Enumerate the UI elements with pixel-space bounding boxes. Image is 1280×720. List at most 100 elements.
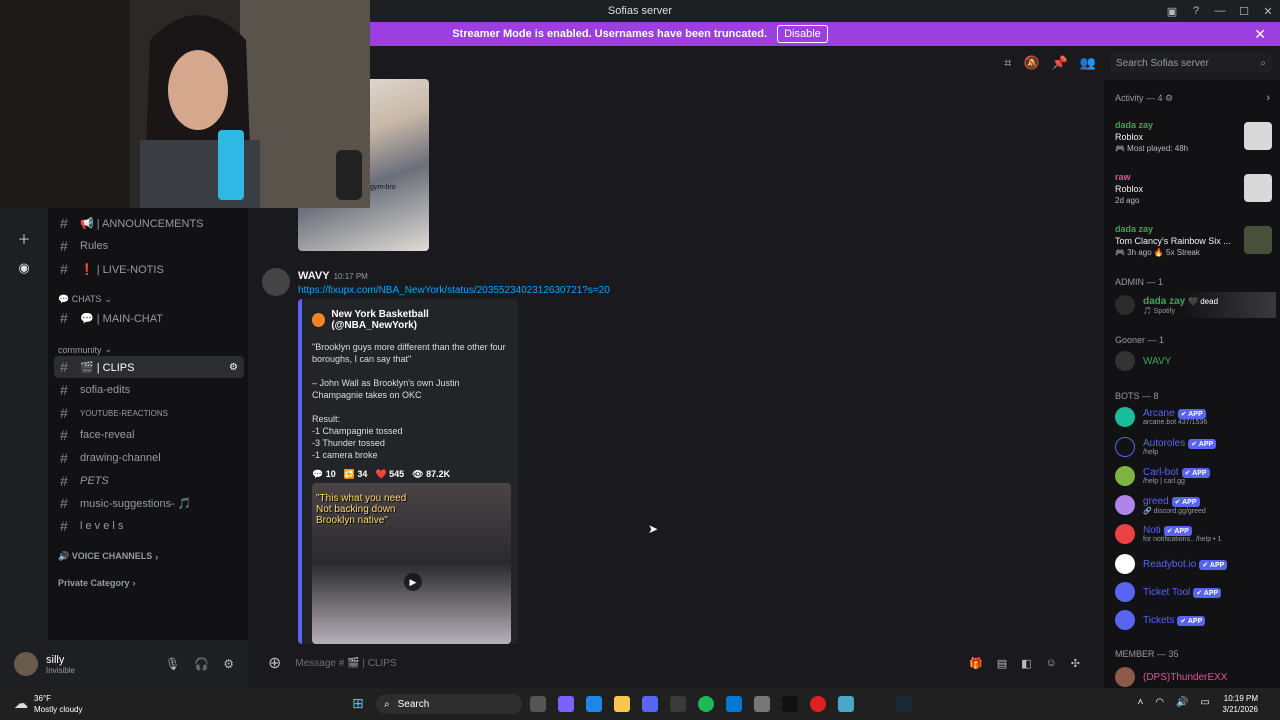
member-item[interactable]: dada zay 🖤 dead 🎵 Spotify: [1115, 292, 1276, 318]
add-server-icon[interactable]: ＋: [14, 228, 34, 248]
embed-author[interactable]: New York Basketball (@NBA_NewYork): [312, 309, 508, 331]
store-icon[interactable]: [670, 696, 686, 712]
members-icon[interactable]: 👥: [1080, 55, 1096, 71]
weather-widget[interactable]: 36°F Mostly cloudy: [34, 693, 82, 715]
inbox-icon[interactable]: ▣: [1160, 5, 1184, 18]
channel-announcements[interactable]: # 📢 | ANNOUNCEMENTS: [54, 212, 244, 234]
member-name: dada zay: [1143, 295, 1186, 307]
close-banner-icon[interactable]: ✕: [1254, 26, 1266, 43]
chevron-right-icon[interactable]: ›: [1266, 92, 1270, 104]
opera-icon[interactable]: [810, 696, 826, 712]
windows-start-icon[interactable]: ⊞: [352, 695, 364, 712]
channel-list: # 📢 | ANNOUNCEMENTS # Rules # ❗ | LIVE-NOTI…: [48, 208, 284, 640]
member-item[interactable]: Readybot.io ✔ APP: [1115, 551, 1276, 577]
hash-icon: #: [60, 310, 68, 326]
threads-icon[interactable]: ⌗: [1004, 55, 1011, 71]
steam-icon[interactable]: [896, 696, 912, 712]
member-item[interactable]: greed ✔ APP 🔗 discord.gg/greed: [1115, 492, 1276, 518]
category-chats[interactable]: 💬 CHATS ⌄: [58, 294, 112, 305]
chevron-up-icon[interactable]: ˄: [1138, 697, 1144, 708]
user-status: Invisible: [46, 665, 75, 675]
category-label: community: [58, 344, 102, 355]
activity-card[interactable]: dada zay Roblox 🎮 Most played: 48h: [1115, 120, 1272, 153]
channel-sofia-edits[interactable]: # sofia-edits: [54, 379, 244, 401]
channel-youtube-reactions[interactable]: # YOUTUBE-REACTIONS: [54, 402, 244, 424]
search-input[interactable]: Search Sofias server ⌕: [1110, 53, 1272, 73]
message-input[interactable]: Message # 🎬 | CLIPS: [295, 658, 396, 669]
avatar[interactable]: [14, 652, 38, 676]
add-attachment-icon[interactable]: ⊕: [268, 653, 281, 673]
member-activity: arcane.bot 437/1536: [1143, 419, 1208, 426]
channel-face-reveal[interactable]: # face-reveal: [54, 424, 244, 446]
volume-icon[interactable]: 🔊: [1176, 697, 1188, 708]
discover-icon[interactable]: ◉: [14, 258, 34, 278]
edge-icon[interactable]: [586, 696, 602, 712]
pin-icon[interactable]: 📌: [1052, 55, 1068, 71]
member-item[interactable]: (DPS)ThunderEXX: [1115, 664, 1276, 688]
play-icon[interactable]: ▶: [404, 573, 422, 591]
message-author[interactable]: WAVY 10:17 PM: [298, 270, 368, 282]
member-item[interactable]: Autoroles ✔ APP/help: [1115, 434, 1276, 460]
obs-icon[interactable]: [754, 696, 770, 712]
gear-icon[interactable]: ⚙: [1165, 93, 1173, 103]
microphone-icon[interactable]: 🎙: [165, 657, 180, 671]
channel-pets[interactable]: # PETS: [54, 470, 244, 492]
maximize-button[interactable]: ☐: [1232, 5, 1256, 18]
hash-icon: #: [60, 495, 68, 511]
copilot-icon[interactable]: [558, 696, 574, 712]
task-view-icon[interactable]: [530, 696, 546, 712]
notifications-icon[interactable]: 🔕: [1023, 55, 1039, 71]
emoji-icon[interactable]: ☺: [1046, 657, 1057, 670]
channel-rules[interactable]: # Rules: [54, 235, 244, 257]
channel-music-suggestions[interactable]: # music-suggestions- 🎵: [54, 492, 244, 514]
member-item[interactable]: Carl-bot ✔ APP/help | carl.gg: [1115, 463, 1276, 489]
member-item[interactable]: Noti ✔ APP for notifications.. /help • 1: [1115, 521, 1276, 547]
wifi-icon[interactable]: ◠: [1155, 697, 1164, 708]
member-item[interactable]: Ticket Tool ✔ APP: [1115, 579, 1276, 605]
discord-icon[interactable]: [642, 696, 658, 712]
file-explorer-icon[interactable]: [614, 696, 630, 712]
tiktok-icon[interactable]: [782, 696, 798, 712]
weather-icon[interactable]: ☁: [14, 695, 28, 712]
help-icon[interactable]: ?: [1184, 5, 1208, 17]
member-item[interactable]: WAVY: [1115, 348, 1276, 374]
browser-icon[interactable]: [838, 696, 854, 712]
embed-video[interactable]: "This what you need Not backing down Bro…: [312, 483, 511, 644]
battery-icon[interactable]: ▭: [1201, 697, 1210, 708]
channel-label: drawing-channel: [80, 452, 161, 464]
minimize-button[interactable]: —: [1208, 5, 1232, 17]
webcam-image: [0, 0, 370, 208]
channel-label: PETS: [80, 475, 109, 487]
member-item[interactable]: Tickets ✔ APP: [1115, 607, 1276, 633]
mail-icon[interactable]: [726, 696, 742, 712]
gif-icon[interactable]: ▤: [997, 657, 1007, 670]
windows-taskbar: ☁ 36°F Mostly cloudy ⊞ ⌕ Search ˄ ◠ 🔊 ▭ …: [0, 688, 1280, 720]
apps-icon[interactable]: ✣: [1071, 657, 1080, 670]
channel-settings-icon[interactable]: ⚙: [229, 362, 238, 373]
spotify-icon[interactable]: [698, 696, 714, 712]
category-community[interactable]: community ⌄: [58, 344, 112, 355]
activity-card[interactable]: dada zay Tom Clancy's Rainbow Six ... 🎮 …: [1115, 224, 1272, 257]
channel-clips[interactable]: # 🎬 | CLIPS ⚙: [54, 356, 244, 378]
settings-icon[interactable]: ⚙: [223, 657, 234, 671]
category-private[interactable]: Private Category ›: [58, 578, 136, 588]
username: silly: [46, 653, 65, 666]
category-voice[interactable]: 🔊 VOICE CHANNELS ›: [58, 551, 158, 562]
channel-levels[interactable]: # l e v e l s: [54, 515, 244, 537]
channel-main-chat[interactable]: # 💬 | MAIN-CHAT: [54, 307, 244, 329]
message-link[interactable]: https://fixupx.com/NBA_NewYork/status/20…: [298, 285, 610, 296]
message-composer[interactable]: ⊕ Message # 🎬 | CLIPS 🎁 ▤ ◧ ☺ ✣: [258, 650, 1094, 676]
channel-live-notis[interactable]: # ❗ | LIVE-NOTIS: [54, 258, 244, 280]
disable-button[interactable]: Disable: [777, 25, 828, 43]
channel-drawing[interactable]: # drawing-channel: [54, 447, 244, 469]
close-button[interactable]: ✕: [1256, 5, 1280, 18]
headphones-icon[interactable]: 🎧: [194, 657, 209, 671]
user-info[interactable]: silly Invisible: [46, 654, 75, 675]
gift-icon[interactable]: 🎁: [969, 657, 983, 670]
avatar[interactable]: [262, 268, 290, 296]
sticker-icon[interactable]: ◧: [1021, 657, 1031, 670]
taskbar-clock[interactable]: 10:19 PM 3/21/2026: [1222, 693, 1258, 715]
activity-card[interactable]: raw Roblox 2d ago: [1115, 172, 1272, 205]
member-item[interactable]: Arcane ✔ APP arcane.bot 437/1536: [1115, 404, 1276, 430]
taskbar-search[interactable]: ⌕ Search: [376, 694, 522, 714]
